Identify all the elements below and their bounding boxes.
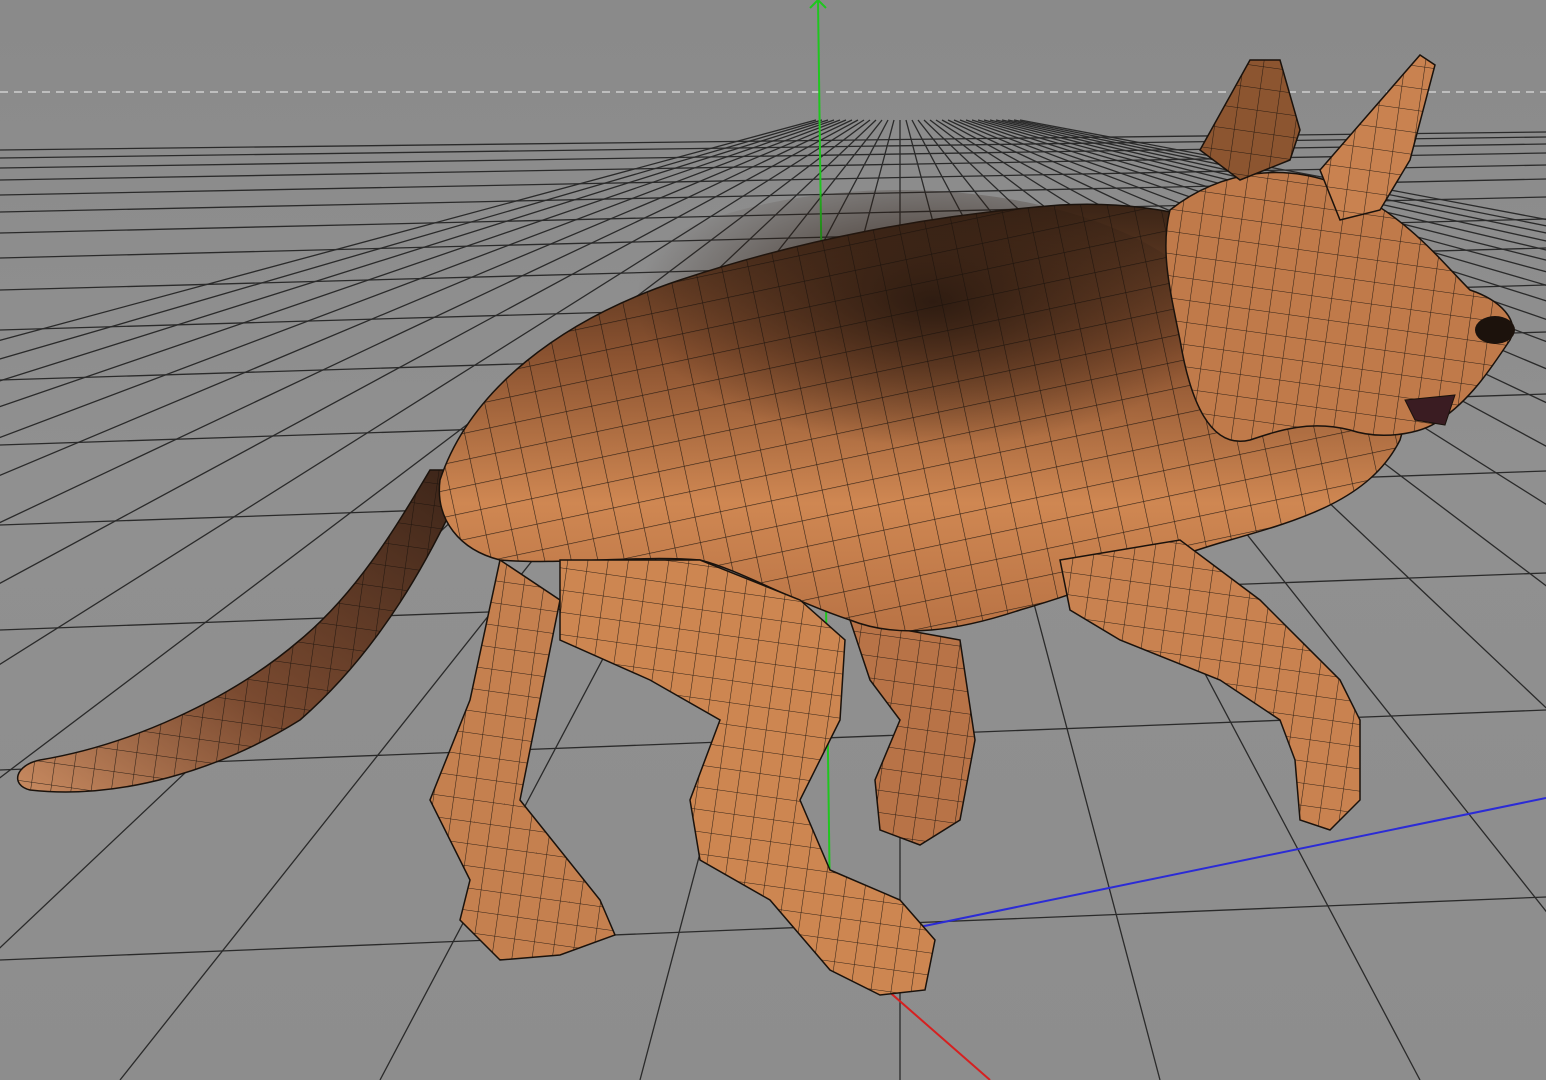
dog-nose [1475,316,1515,344]
grid-line [0,896,1546,961]
3d-viewport[interactable] [0,0,1546,1080]
